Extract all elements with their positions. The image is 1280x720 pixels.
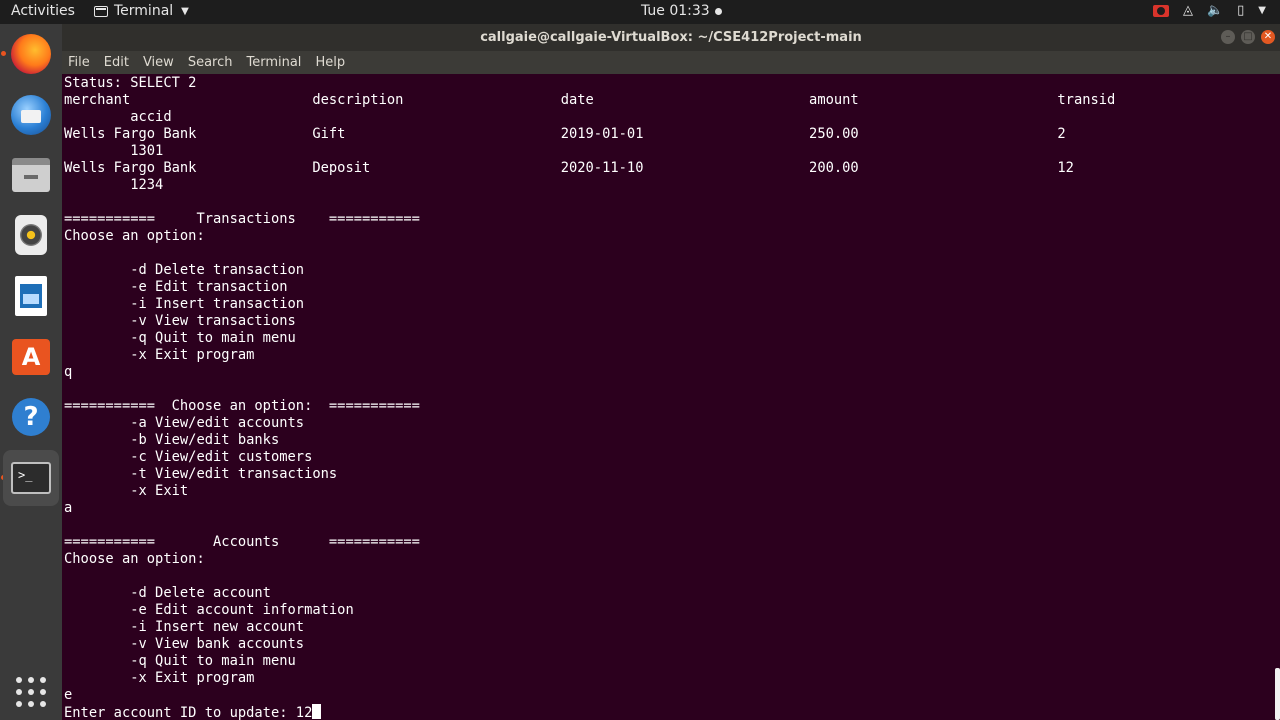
thunderbird-launcher[interactable] xyxy=(9,93,53,137)
libreoffice-writer-icon xyxy=(15,276,47,316)
dock: A ? >_ xyxy=(0,24,62,720)
menu-file[interactable]: File xyxy=(68,55,90,74)
prompt-text: Enter account ID to update: 12 xyxy=(64,705,313,720)
system-menu-chevron-icon[interactable]: ▼ xyxy=(1258,5,1266,16)
rhythmbox-icon xyxy=(15,215,47,255)
ubuntu-software-launcher[interactable]: A xyxy=(9,335,53,379)
terminal-area[interactable]: Status: SELECT 2 merchant description dat… xyxy=(62,74,1280,720)
terminal-line: -a View/edit accounts xyxy=(64,415,305,431)
clock-label: Tue 01:33 xyxy=(641,3,710,19)
terminal-line: Status: SELECT 2 xyxy=(64,75,197,91)
menu-view[interactable]: View xyxy=(143,55,174,74)
files-launcher[interactable] xyxy=(9,153,53,197)
battery-icon[interactable]: ▯ xyxy=(1237,3,1244,18)
close-icon[interactable]: ✕ xyxy=(1261,30,1275,44)
menu-terminal[interactable]: Terminal xyxy=(246,55,301,74)
terminal-line: -v View bank accounts xyxy=(64,636,305,652)
menu-edit[interactable]: Edit xyxy=(104,55,129,74)
terminal-line: Choose an option: xyxy=(64,551,205,567)
terminal-line: -c View/edit customers xyxy=(64,449,313,465)
terminal-line: a xyxy=(64,500,73,516)
app-menu-label: Terminal xyxy=(114,3,174,19)
terminal-line: e xyxy=(64,687,73,703)
terminal-line: -x Exit program xyxy=(64,347,255,363)
terminal-line: Wells Fargo Bank Deposit 2020-11-10 200.… xyxy=(64,160,1074,176)
terminal-line: -d Delete transaction xyxy=(64,262,305,278)
help-icon: ? xyxy=(12,398,50,436)
terminal-line: accid xyxy=(64,109,172,125)
terminal-line: 1301 xyxy=(64,143,164,159)
ubuntu-software-icon: A xyxy=(12,339,50,375)
terminal-output: Status: SELECT 2 merchant description dat… xyxy=(64,75,1115,720)
terminal-app-icon xyxy=(94,5,108,17)
terminal-line: -x Exit program xyxy=(64,670,255,686)
firefox-launcher[interactable] xyxy=(9,32,53,76)
terminal-line: -v View transactions xyxy=(64,313,296,329)
terminal-line: =========== Transactions =========== xyxy=(64,211,420,227)
system-tray[interactable]: ◬ 🔈 ▯ ▼ xyxy=(1152,3,1266,18)
app-menu-button[interactable]: Terminal ▼ xyxy=(94,3,189,19)
menu-bar: File Edit View Search Terminal Help xyxy=(62,51,1280,74)
terminal-line: -b View/edit banks xyxy=(64,432,280,448)
terminal-line: q xyxy=(64,364,73,380)
activities-button[interactable]: Activities xyxy=(11,3,75,19)
terminal-line: -d Delete account xyxy=(64,585,271,601)
terminal-line: =========== Choose an option: ==========… xyxy=(64,398,420,414)
notification-dot-icon xyxy=(714,7,722,15)
terminal-icon: >_ xyxy=(11,462,51,494)
terminal-prompt-line: Enter account ID to update: 12 xyxy=(64,704,1115,720)
terminal-line: merchant description date amount transid xyxy=(64,92,1116,108)
terminal-line: 1234 xyxy=(64,177,164,193)
libreoffice-writer-launcher[interactable] xyxy=(9,274,53,318)
minimize-icon[interactable]: – xyxy=(1221,30,1235,44)
top-bar: Activities Terminal ▼ Tue 01:33 ◬ 🔈 ▯ ▼ xyxy=(0,0,1280,24)
terminal-line: -q Quit to main menu xyxy=(64,330,296,346)
terminal-line: Choose an option: xyxy=(64,228,205,244)
maximize-icon[interactable]: □ xyxy=(1241,30,1255,44)
terminal-line: -e Edit transaction xyxy=(64,279,288,295)
help-launcher[interactable]: ? xyxy=(9,395,53,439)
screen-record-icon[interactable] xyxy=(1152,4,1169,17)
terminal-line: -q Quit to main menu xyxy=(64,653,296,669)
terminal-line: -e Edit account information xyxy=(64,602,354,618)
terminal-line: -x Exit xyxy=(64,483,189,499)
terminal-line: -i Insert new account xyxy=(64,619,305,635)
terminal-line: Wells Fargo Bank Gift 2019-01-01 250.00 … xyxy=(64,126,1066,142)
terminal-launcher[interactable]: >_ xyxy=(3,450,59,506)
terminal-line: =========== Accounts =========== xyxy=(64,534,420,550)
terminal-line: -t View/edit transactions xyxy=(64,466,338,482)
show-applications-icon[interactable] xyxy=(16,677,46,707)
clock-button[interactable]: Tue 01:33 xyxy=(641,3,722,19)
firefox-icon xyxy=(11,34,51,74)
terminal-line: -i Insert transaction xyxy=(64,296,305,312)
thunderbird-icon xyxy=(11,95,51,135)
rhythmbox-launcher[interactable] xyxy=(9,213,53,257)
files-icon xyxy=(12,158,50,192)
window-title: callgaie@callgaie-VirtualBox: ~/CSE412Pr… xyxy=(480,30,862,45)
volume-icon[interactable]: 🔈 xyxy=(1207,3,1223,18)
text-cursor xyxy=(312,704,322,719)
network-icon[interactable]: ◬ xyxy=(1183,3,1193,18)
menu-search[interactable]: Search xyxy=(188,55,233,74)
menu-help[interactable]: Help xyxy=(315,55,345,74)
chevron-down-icon: ▼ xyxy=(181,5,189,17)
window-titlebar[interactable]: callgaie@callgaie-VirtualBox: ~/CSE412Pr… xyxy=(62,24,1280,51)
running-indicator xyxy=(1,51,6,56)
terminal-scrollbar[interactable] xyxy=(1275,668,1280,720)
